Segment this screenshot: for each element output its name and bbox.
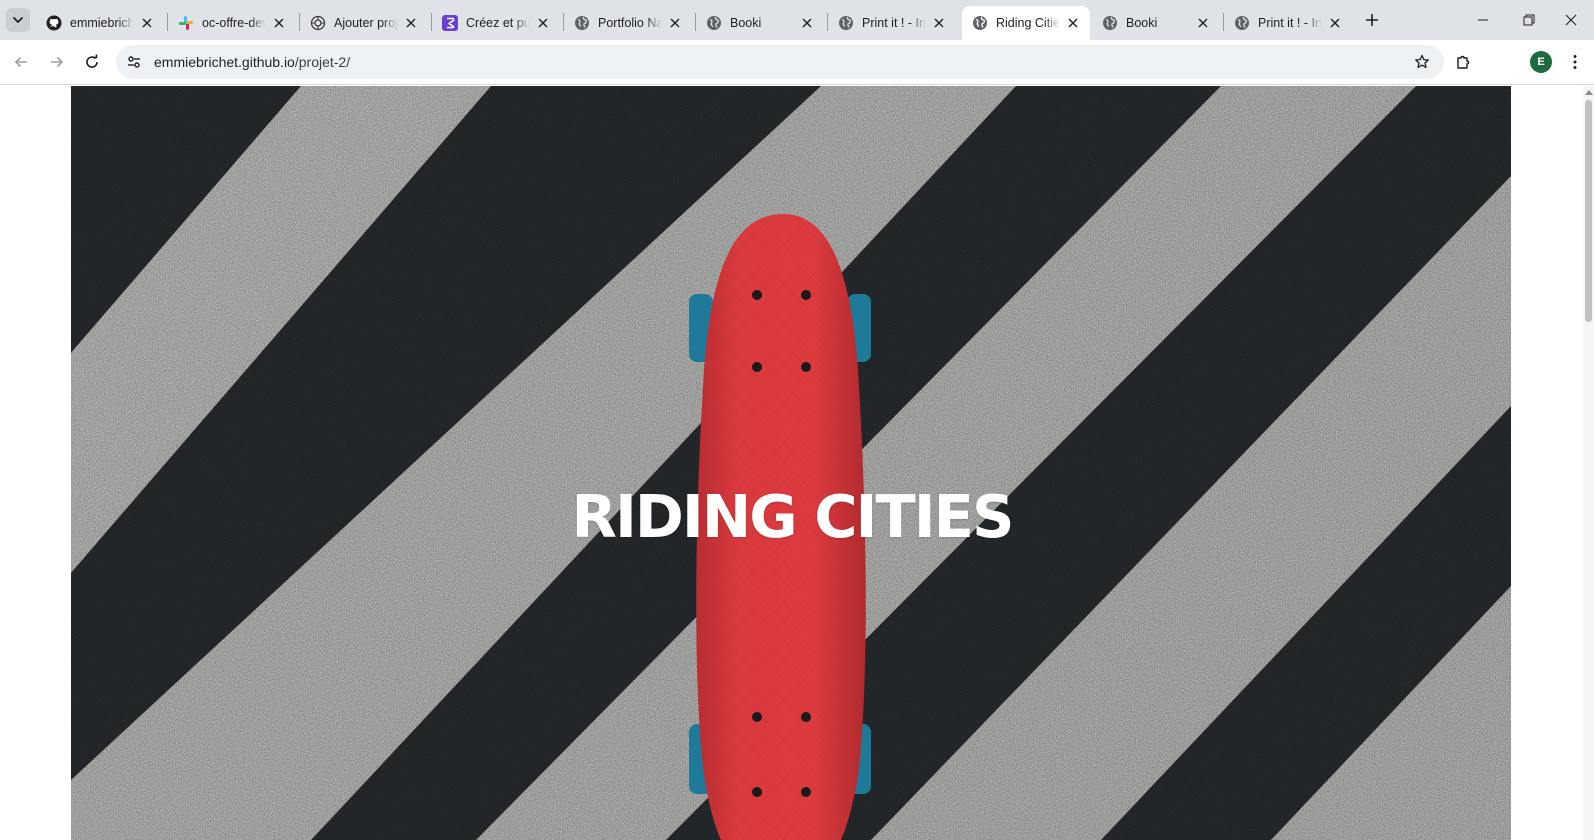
close-icon[interactable] xyxy=(1064,14,1082,32)
more-vertical-icon xyxy=(1573,55,1577,69)
tune-icon xyxy=(128,56,140,68)
url-text[interactable]: emmiebrichet.github.io/projet-2/ xyxy=(154,54,350,70)
site-info-button[interactable] xyxy=(122,50,146,74)
scroll-up-arrow-icon[interactable] xyxy=(1585,90,1593,95)
globe-icon xyxy=(1234,15,1250,31)
tab-title: Booki xyxy=(1126,16,1158,30)
close-icon[interactable] xyxy=(798,14,816,32)
tab-3[interactable]: Créez et publiez xyxy=(432,6,560,40)
address-bar[interactable]: emmiebrichet.github.io/projet-2/ xyxy=(116,45,1444,79)
restore-button[interactable] xyxy=(1506,0,1552,40)
url-host: emmiebrichet.github.io xyxy=(154,54,295,70)
close-window-button[interactable] xyxy=(1548,0,1594,40)
globe-icon xyxy=(972,15,988,31)
close-icon[interactable] xyxy=(666,14,684,32)
tab-title: Booki xyxy=(730,16,762,30)
tab-title: oc-offre-dev xyxy=(202,16,266,30)
tab-title: Riding Cities xyxy=(996,16,1060,30)
url-path: /projet-2/ xyxy=(294,54,351,70)
tab-5[interactable]: Booki xyxy=(696,6,824,40)
globe-icon xyxy=(706,15,722,31)
plus-icon xyxy=(1366,14,1378,26)
globe-icon xyxy=(1102,15,1118,31)
hero-title: RIDING CITIES xyxy=(71,482,1511,551)
close-icon[interactable] xyxy=(534,14,552,32)
tab-7-active[interactable]: Riding Cities xyxy=(962,6,1090,40)
browser-menu-button[interactable] xyxy=(1561,48,1589,76)
tab-search-button[interactable] xyxy=(6,8,30,32)
bookmark-button[interactable] xyxy=(1412,52,1432,72)
skateboard-on-crosswalk-image xyxy=(71,86,1511,840)
minimize-icon xyxy=(1478,19,1488,21)
puzzle-icon xyxy=(1457,55,1470,69)
reload-icon xyxy=(86,54,98,68)
close-icon[interactable] xyxy=(270,14,288,32)
hero-title-text: RIDING CITIES xyxy=(571,482,1015,551)
restore-icon xyxy=(1523,14,1535,26)
github-icon xyxy=(46,15,62,31)
forward-button[interactable] xyxy=(43,48,71,76)
minimize-button[interactable] xyxy=(1460,0,1506,40)
page-scrollbar[interactable] xyxy=(1583,86,1594,840)
tab-title: Portfolio Nathalie xyxy=(598,16,662,30)
arrow-left-icon xyxy=(14,56,27,68)
tab-4[interactable]: Portfolio Nathalie xyxy=(564,6,692,40)
tab-title: Print it ! - Imprimerie xyxy=(862,16,926,30)
new-tab-button[interactable] xyxy=(1360,8,1384,32)
close-icon[interactable] xyxy=(1194,14,1212,32)
extensions-button[interactable] xyxy=(1450,48,1478,76)
star-icon xyxy=(1415,54,1429,69)
slack-icon xyxy=(178,15,194,31)
tab-title: emmiebrichet xyxy=(70,16,134,30)
openai-icon xyxy=(310,15,326,31)
tab-6[interactable]: Print it ! - Imprimerie xyxy=(828,6,956,40)
hero-banner: RIDING CITIES xyxy=(71,86,1511,840)
tab-9[interactable]: Print it ! - Imprimerie xyxy=(1224,6,1352,40)
chevron-down-icon xyxy=(13,17,23,23)
tab-strip: emmiebrichet oc-offre-dev Ajouter projet… xyxy=(0,0,1594,40)
page-viewport: RIDING CITIES xyxy=(0,86,1594,840)
globe-icon xyxy=(838,15,854,31)
tab-8[interactable]: Booki xyxy=(1092,6,1220,40)
framer-icon xyxy=(442,15,458,31)
arrow-right-icon xyxy=(51,56,64,68)
close-icon[interactable] xyxy=(930,14,948,32)
tab-1[interactable]: oc-offre-dev xyxy=(168,6,296,40)
globe-icon xyxy=(574,15,590,31)
scrollbar-thumb[interactable] xyxy=(1585,100,1592,322)
close-icon xyxy=(1565,14,1577,26)
tab-title: Créez et publiez xyxy=(466,16,530,30)
close-icon[interactable] xyxy=(1326,14,1344,32)
close-icon[interactable] xyxy=(402,14,420,32)
tab-title: Ajouter projet xyxy=(334,16,398,30)
tab-2[interactable]: Ajouter projet xyxy=(300,6,428,40)
profile-avatar[interactable]: E xyxy=(1530,51,1552,73)
tab-0[interactable]: emmiebrichet xyxy=(36,6,164,40)
tab-title: Print it ! - Imprimerie xyxy=(1258,16,1322,30)
browser-toolbar: emmiebrichet.github.io/projet-2/ E xyxy=(0,40,1594,85)
back-button[interactable] xyxy=(7,48,35,76)
reload-button[interactable] xyxy=(78,48,106,76)
close-icon[interactable] xyxy=(138,14,156,32)
